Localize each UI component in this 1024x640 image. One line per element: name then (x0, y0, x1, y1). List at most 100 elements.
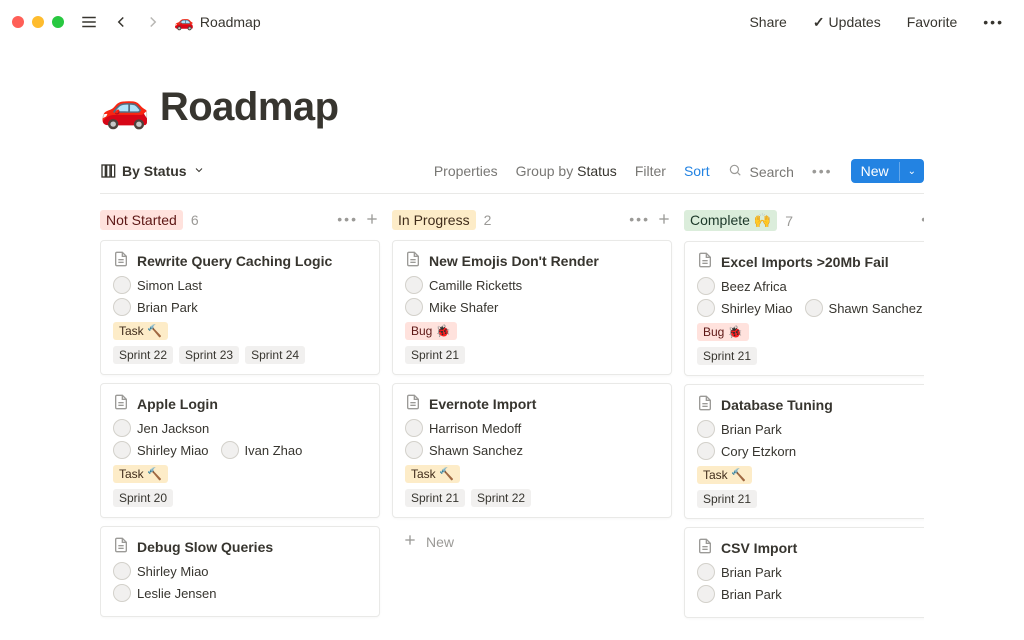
type-tag: Bug 🐞 (697, 323, 749, 341)
board-column: Complete 🙌7•••Excel Imports >20Mb FailBe… (684, 204, 924, 626)
kanban-board: Not Started 6 ••• Rewrite Query Caching Log… (100, 204, 924, 626)
column-header: In Progress2••• (392, 204, 672, 240)
search-button[interactable]: Search (728, 163, 794, 180)
avatar (113, 419, 131, 437)
assignee-name: Shirley Miao (137, 443, 209, 458)
assignee-row: Harrison Medoff (405, 419, 659, 437)
assignee-name: Shirley Miao (137, 564, 209, 579)
column-add-icon[interactable] (364, 211, 380, 230)
document-icon (697, 395, 713, 414)
sprint-tag: Sprint 21 (405, 489, 465, 507)
board-icon (100, 163, 116, 179)
avatar (697, 585, 715, 603)
avatar (697, 299, 715, 317)
column-header: Complete 🙌7••• (684, 204, 924, 241)
page-title-text[interactable]: Roadmap (160, 85, 339, 130)
assignee-row: Brian Park (113, 298, 367, 316)
forward-icon[interactable] (142, 11, 164, 33)
toolbar-more-icon[interactable]: ••• (812, 163, 833, 179)
page-title-icon[interactable]: 🚗 (100, 84, 150, 131)
topbar: 🚗 Roadmap Share ✓ Updates Favorite ••• (0, 0, 1024, 44)
new-card-label: New (426, 534, 454, 550)
board-card[interactable]: CSV ImportBrian ParkBrian Park (684, 527, 924, 618)
sort-button[interactable]: Sort (684, 163, 710, 179)
avatar (697, 442, 715, 460)
group-by-button[interactable]: Group by Status (516, 163, 617, 179)
avatar (697, 277, 715, 295)
type-row: Task 🔨 (697, 466, 924, 484)
column-label[interactable]: Not Started (100, 210, 183, 230)
updates-button[interactable]: ✓ Updates (805, 10, 889, 35)
avatar (405, 276, 423, 294)
assignee-name: Shirley Miao (721, 301, 793, 316)
avatar (113, 441, 131, 459)
back-icon[interactable] (110, 11, 132, 33)
filter-button[interactable]: Filter (635, 163, 666, 179)
new-button[interactable]: New ⌄ (851, 159, 924, 183)
plus-icon (402, 532, 418, 551)
chevron-down-icon[interactable]: ⌄ (899, 162, 924, 181)
view-label: By Status (122, 163, 187, 179)
assignee-row: Leslie Jensen (113, 584, 367, 602)
share-button[interactable]: Share (741, 10, 794, 34)
document-icon (113, 251, 129, 270)
board-card[interactable]: Apple LoginJen JacksonShirley MiaoIvan Z… (100, 383, 380, 518)
sprint-row: Sprint 21 (405, 346, 659, 364)
board-card[interactable]: Debug Slow Queries Shirley Miao Leslie Jen… (100, 526, 380, 617)
assignee-row: Simon Last (113, 276, 367, 294)
view-picker[interactable]: By Status (100, 163, 205, 179)
type-tag: Task 🔨 (113, 322, 168, 340)
close-window-button[interactable] (12, 16, 24, 28)
column-more-icon[interactable]: ••• (921, 211, 924, 230)
main-content: 🚗 Roadmap By Status Properties Group by … (0, 44, 1024, 626)
column-add-icon[interactable] (656, 211, 672, 230)
favorite-button[interactable]: Favorite (899, 10, 966, 34)
board-card[interactable]: Excel Imports >20Mb FailBeez AfricaShirl… (684, 241, 924, 376)
card-title: Debug Slow Queries (137, 539, 273, 555)
database-toolbar: By Status Properties Group by Status Fil… (100, 159, 924, 194)
hamburger-icon[interactable] (78, 11, 100, 33)
avatar (405, 298, 423, 316)
avatar (113, 584, 131, 602)
avatar (405, 441, 423, 459)
chevron-down-icon (193, 163, 205, 179)
properties-button[interactable]: Properties (434, 163, 498, 179)
board-card[interactable]: New Emojis Don't RenderCamille RickettsM… (392, 240, 672, 375)
assignee-name: Simon Last (137, 278, 202, 293)
breadcrumb[interactable]: 🚗 Roadmap (174, 12, 261, 32)
assignee-name: Jen Jackson (137, 421, 209, 436)
sprint-tag: Sprint 22 (113, 346, 173, 364)
sprint-row: Sprint 21 (697, 347, 924, 365)
assignee-name: Shawn Sanchez (429, 443, 523, 458)
group-by-value: Status (577, 163, 617, 179)
board-column: In Progress2•••New Emojis Don't RenderCa… (392, 204, 672, 626)
assignee-row: Shirley Miao Shawn Sanchez (697, 299, 924, 317)
column-more-icon[interactable]: ••• (337, 211, 358, 230)
minimize-window-button[interactable] (32, 16, 44, 28)
assignee-row: Shirley Miao (113, 562, 367, 580)
column-label[interactable]: In Progress (392, 210, 476, 230)
type-row: Task 🔨 (405, 465, 659, 483)
more-icon[interactable]: ••• (975, 10, 1012, 34)
assignee-name: Brian Park (721, 565, 782, 580)
sprint-tag: Sprint 21 (697, 490, 757, 508)
column-more-icon[interactable]: ••• (629, 211, 650, 230)
new-button-label: New (851, 159, 899, 183)
new-card-button[interactable]: New (392, 526, 672, 557)
board-card[interactable]: Database TuningBrian ParkCory EtzkornTas… (684, 384, 924, 519)
page-emoji-icon: 🚗 (174, 12, 194, 32)
board-card[interactable]: Rewrite Query Caching LogicSimon LastBri… (100, 240, 380, 375)
avatar (405, 419, 423, 437)
maximize-window-button[interactable] (52, 16, 64, 28)
assignee-row: Camille Ricketts (405, 276, 659, 294)
column-label[interactable]: Complete 🙌 (684, 210, 777, 231)
updates-label: Updates (829, 14, 881, 30)
type-row: Task 🔨 (113, 465, 367, 483)
assignee-name: Ivan Zhao (245, 443, 303, 458)
assignee-name: Shawn Sanchez (829, 301, 923, 316)
board-card[interactable]: Evernote ImportHarrison MedoffShawn Sanc… (392, 383, 672, 518)
assignee-name: Mike Shafer (429, 300, 498, 315)
breadcrumb-title: Roadmap (200, 14, 261, 30)
type-tag: Task 🔨 (113, 465, 168, 483)
column-count: 6 (191, 212, 199, 228)
